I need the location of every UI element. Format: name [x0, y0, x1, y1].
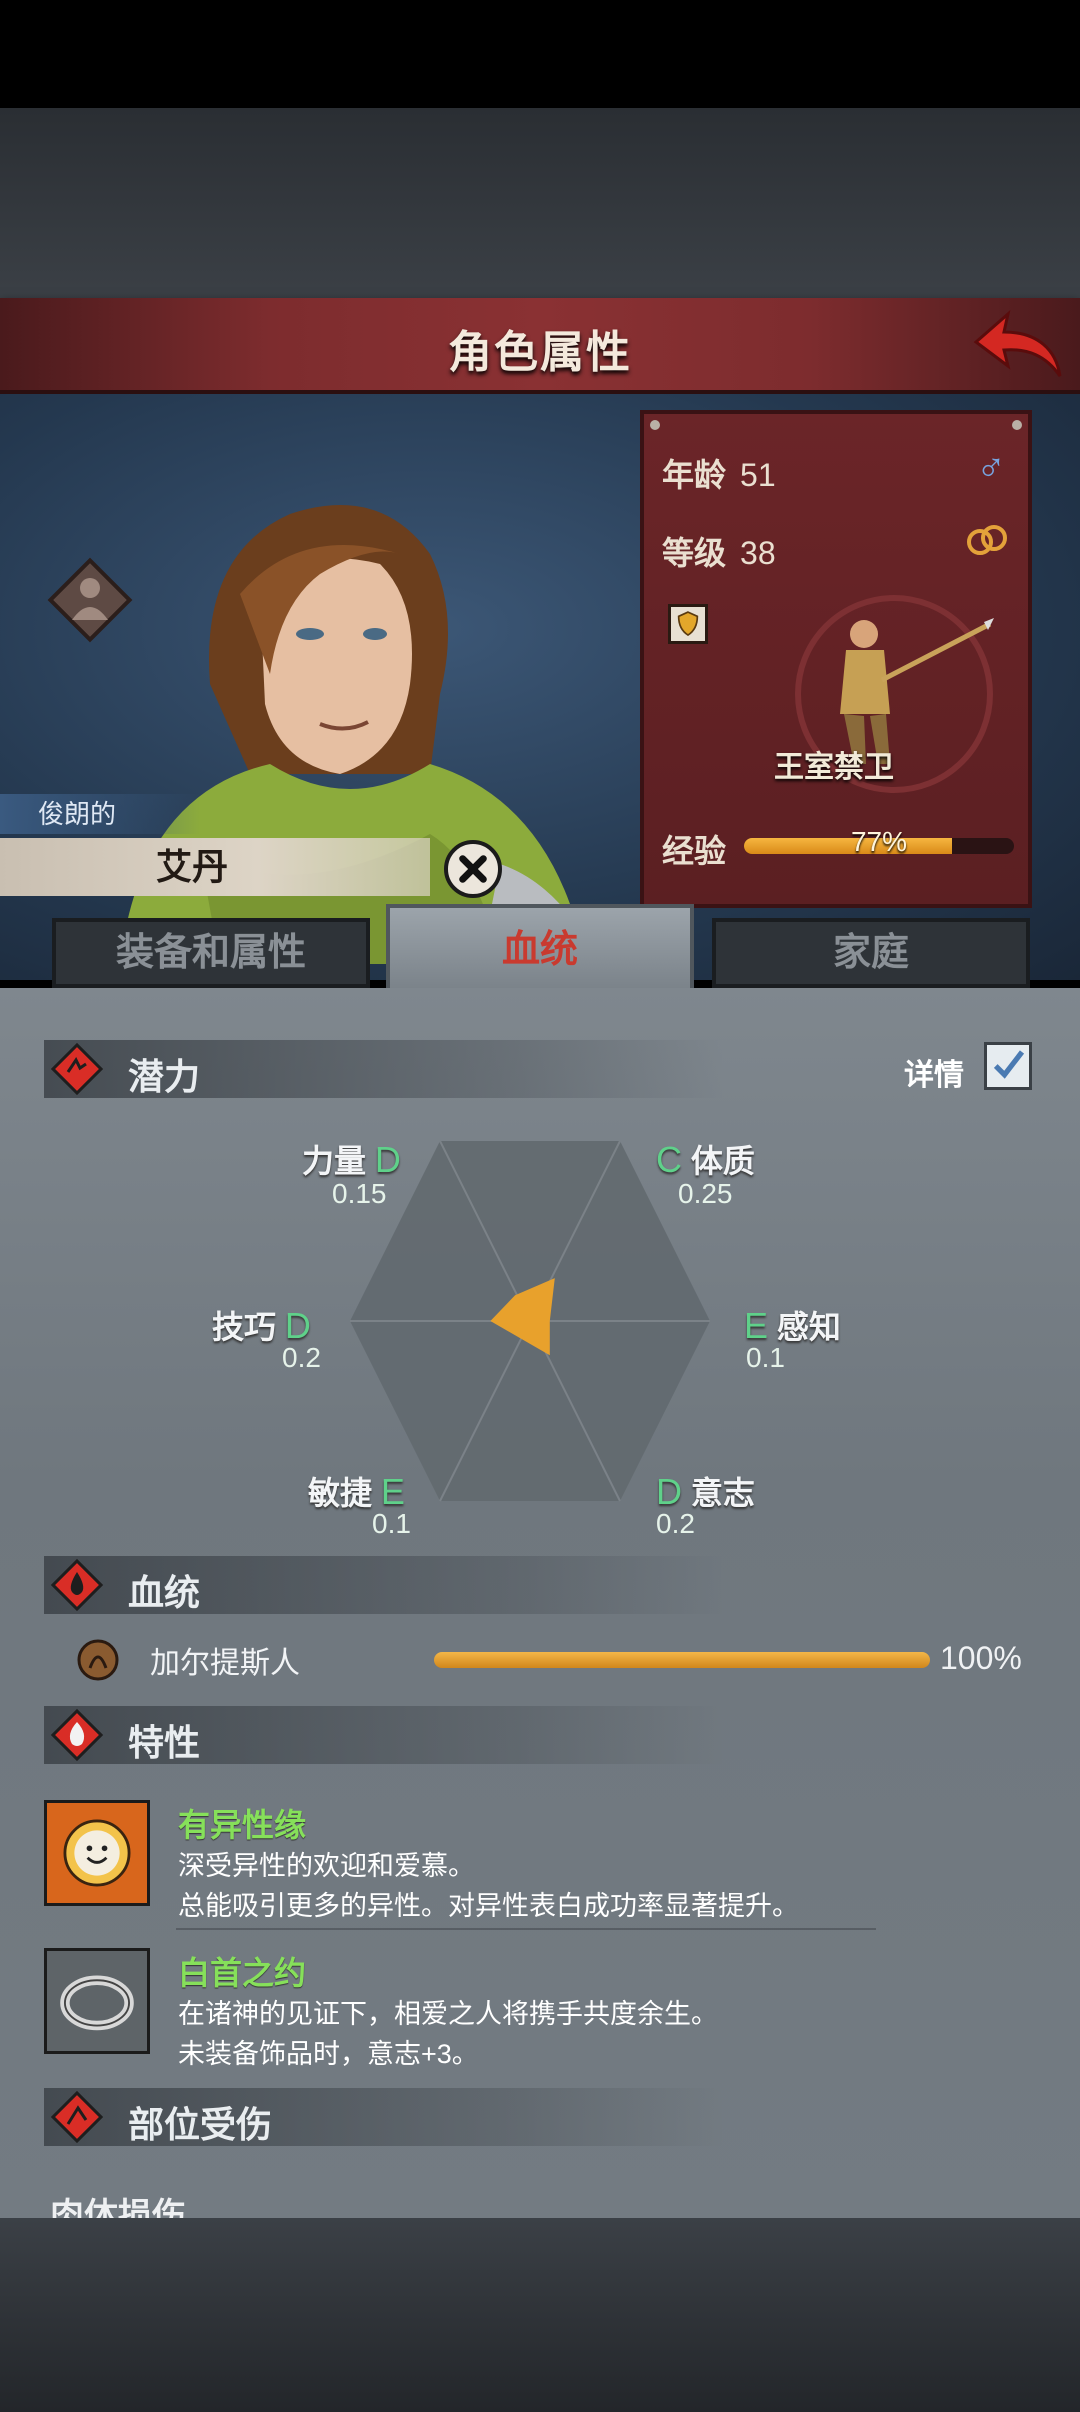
- character-area: 俊朗的 艾丹 年龄 51 ♂ 等级 38 王室禁卫 经验 77%: [0, 394, 1080, 980]
- stat-perception-grade: E: [744, 1305, 769, 1346]
- tab-bar: 装备和属性 血统 家庭: [0, 904, 1080, 992]
- tab-lineage[interactable]: 血统: [386, 904, 694, 992]
- physical-injury-label: 肉体损伤: [50, 2197, 186, 2218]
- blood-drop-icon: [50, 1558, 104, 1612]
- stat-skill-grade: D: [284, 1305, 311, 1346]
- trait-description-line: 在诸神的见证下，相爱之人将携手共度余生。: [178, 1999, 718, 2029]
- lineage-panel: 潜力 详情 力量 D 0.15 C 体质 0.25 技巧 D 0.2 E 感知 …: [0, 988, 1080, 2218]
- detail-checkbox[interactable]: [984, 1042, 1032, 1090]
- close-icon[interactable]: [444, 840, 502, 898]
- stat-constitution-grade: C: [656, 1139, 682, 1180]
- age-value: 51: [740, 457, 776, 493]
- lineage-bar: [434, 1652, 930, 1668]
- ring-icon: [44, 1948, 150, 2054]
- stat-skill-value: 0.2: [282, 1342, 321, 1373]
- trait-description: 在诸神的见证下，相爱之人将携手共度余生。 未装备饰品时，意志+3。: [178, 1994, 718, 2074]
- potential-icon: [50, 1042, 104, 1096]
- lineage-bar-fill: [434, 1652, 930, 1668]
- trait-name: 白首之约: [178, 1955, 307, 1991]
- trait-name: 有异性缘: [178, 1807, 307, 1843]
- bottom-background: [0, 2218, 1080, 2412]
- stat-perception-value: 0.1: [746, 1342, 785, 1373]
- character-name: 艾丹: [0, 838, 430, 896]
- marriage-rings-icon: [967, 525, 1007, 555]
- tab-equipment[interactable]: 装备和属性: [52, 918, 370, 988]
- injuries-title: 部位受伤: [128, 2104, 273, 2145]
- trait-description-line: 未装备饰品时，意志+3。: [178, 2039, 479, 2069]
- exp-percent: 77%: [850, 826, 908, 857]
- potential-section-header: 潜力: [44, 1040, 724, 1098]
- trait-description-line: 总能吸引更多的异性。对异性表白成功率显著提升。: [178, 1891, 799, 1921]
- header-bar: 角色属性: [0, 298, 1080, 394]
- back-arrow-icon[interactable]: [968, 304, 1068, 384]
- trait-item[interactable]: 白首之约 在诸神的见证下，相爱之人将携手共度余生。 未装备饰品时，意志+3。: [44, 1938, 1044, 2078]
- trait-item[interactable]: 有异性缘 深受异性的欢迎和爱慕。 总能吸引更多的异性。对异性表白成功率显著提升。: [44, 1790, 1044, 1930]
- stat-will-grade: D: [656, 1471, 682, 1512]
- detail-label: 详情: [904, 1059, 964, 1092]
- trait-description-line: 深受异性的欢迎和爱慕。: [178, 1851, 475, 1881]
- lineage-section-header: 血统: [44, 1556, 724, 1614]
- stats-card: 年龄 51 ♂ 等级 38 王室禁卫 经验 77%: [640, 410, 1032, 908]
- stat-agility-value: 0.1: [372, 1508, 411, 1539]
- character-adjective: 俊朗的: [0, 794, 200, 834]
- traits-title: 特性: [128, 1722, 201, 1763]
- lineage-percent: 100%: [940, 1640, 1022, 1676]
- stat-will-value: 0.2: [656, 1508, 695, 1539]
- lineage-crest-icon: [77, 1639, 119, 1681]
- stat-agility-grade: E: [380, 1471, 405, 1512]
- exp-label: 经验: [662, 833, 727, 869]
- lineage-title: 血统: [128, 1572, 201, 1613]
- lineage-row: 加尔提斯人 100%: [76, 1638, 1036, 1681]
- stat-constitution-value: 0.25: [678, 1178, 733, 1209]
- trait-description: 深受异性的欢迎和爱慕。 总能吸引更多的异性。对异性表白成功率显著提升。: [178, 1846, 799, 1926]
- age-label: 年龄: [662, 457, 727, 493]
- male-icon: ♂: [976, 446, 1006, 490]
- stat-constitution-label: C 体质: [656, 1139, 755, 1180]
- age-row: 年龄 51: [662, 450, 776, 496]
- stat-strength-value: 0.15: [332, 1178, 387, 1209]
- level-value: 38: [740, 535, 776, 571]
- potential-title: 潜力: [128, 1056, 201, 1097]
- name-banner: 俊朗的 艾丹: [0, 794, 460, 900]
- divider: [176, 1928, 876, 1930]
- smiley-sun-icon: [44, 1800, 150, 1906]
- traits-section-header: 特性: [44, 1706, 724, 1764]
- page-title: 角色属性: [448, 328, 632, 377]
- lineage-name: 加尔提斯人: [150, 1647, 300, 1680]
- flame-icon: [50, 1708, 104, 1762]
- unit-name: 王室禁卫: [774, 751, 894, 784]
- tab-family[interactable]: 家庭: [712, 918, 1030, 988]
- injury-icon: [50, 2090, 104, 2144]
- stat-strength-grade: D: [374, 1139, 401, 1180]
- injuries-section-header: 部位受伤: [44, 2088, 724, 2146]
- level-row: 等级 38: [662, 528, 776, 574]
- level-label: 等级: [662, 535, 727, 571]
- stat-strength-label: 力量 D: [302, 1139, 401, 1180]
- shield-icon[interactable]: [668, 604, 708, 644]
- top-background: [0, 108, 1080, 298]
